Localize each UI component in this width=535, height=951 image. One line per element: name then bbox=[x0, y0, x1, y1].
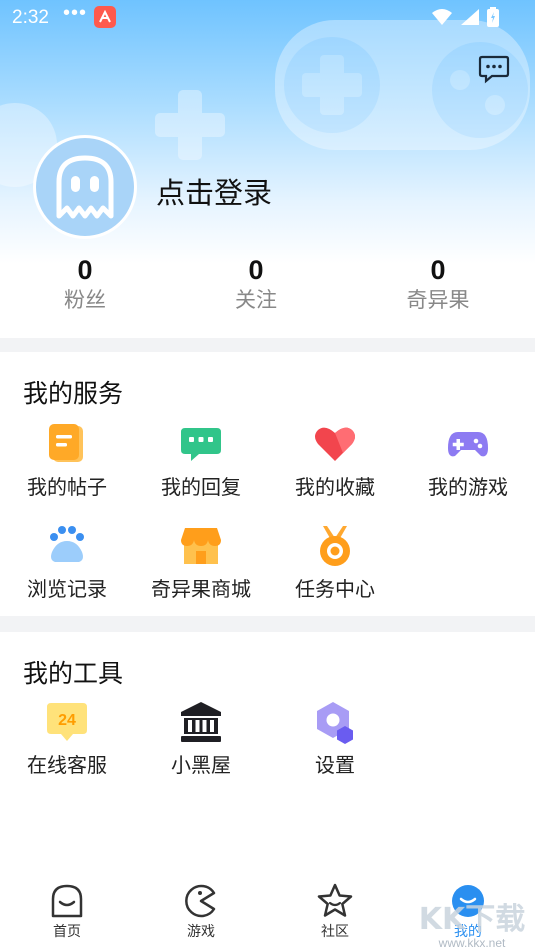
shop-icon bbox=[181, 528, 221, 564]
tool-settings[interactable]: 设置 bbox=[268, 700, 402, 778]
watermark-url: www.kkx.net bbox=[438, 936, 506, 950]
tab-label: 首页 bbox=[53, 923, 81, 939]
service-label: 奇异果商城 bbox=[151, 579, 251, 601]
stat-value: 0 bbox=[248, 255, 264, 285]
service-label: 我的收藏 bbox=[295, 477, 375, 499]
app-notification-icon bbox=[94, 6, 116, 28]
service-my-games[interactable]: 我的游戏 bbox=[401, 422, 535, 500]
service-label: 我的帖子 bbox=[27, 477, 107, 499]
watermark-logo: KK下载 www.kkx.net bbox=[419, 902, 526, 950]
game-icon bbox=[185, 884, 216, 918]
status-time: 2:32 bbox=[12, 7, 49, 28]
services-card: 我的服务 我的帖子 我的回复 我的收藏 我的游戏 浏览记录 奇异果商城 任务中心 bbox=[0, 352, 535, 616]
watermark-text: KK下载 bbox=[419, 902, 526, 937]
tab-label: 游戏 bbox=[187, 923, 215, 939]
tab-community[interactable]: 社区 bbox=[268, 883, 402, 941]
service-my-posts[interactable]: 我的帖子 bbox=[0, 422, 134, 500]
community-icon bbox=[317, 883, 353, 917]
service-my-favorites[interactable]: 我的收藏 bbox=[268, 422, 402, 500]
service-label: 浏览记录 bbox=[27, 579, 107, 601]
status-icons bbox=[431, 7, 499, 27]
service-task-center[interactable]: 任务中心 bbox=[268, 524, 402, 602]
tool-label: 在线客服 bbox=[27, 755, 107, 777]
stat-label: 关注 bbox=[235, 289, 277, 312]
plus-decoration-icon bbox=[155, 90, 225, 160]
stat-value: 0 bbox=[430, 255, 446, 285]
tab-games[interactable]: 游戏 bbox=[134, 883, 268, 941]
gamepad-icon bbox=[448, 432, 488, 457]
support-24-icon: 24 bbox=[47, 703, 87, 741]
stat-label: 奇异果 bbox=[406, 289, 470, 312]
tools-card: 我的工具 24 在线客服 小黑屋 设置 bbox=[0, 632, 535, 871]
service-my-replies[interactable]: 我的回复 bbox=[134, 422, 268, 500]
service-label: 我的回复 bbox=[161, 477, 241, 499]
tool-black-room[interactable]: 小黑屋 bbox=[134, 700, 268, 778]
avatar[interactable] bbox=[33, 135, 137, 239]
tool-online-support[interactable]: 24 在线客服 bbox=[0, 700, 134, 778]
history-icon bbox=[50, 526, 84, 562]
blackroom-icon bbox=[181, 702, 221, 742]
settings-icon bbox=[317, 702, 353, 744]
tools-title: 我的工具 bbox=[23, 660, 124, 688]
posts-icon bbox=[49, 424, 83, 462]
stat-kiwi[interactable]: 0 奇异果 bbox=[368, 254, 508, 316]
stat-value: 0 bbox=[77, 255, 93, 285]
status-bar: 2:32 ••• bbox=[0, 0, 535, 36]
message-icon[interactable] bbox=[478, 53, 510, 85]
services-title: 我的服务 bbox=[23, 380, 124, 408]
service-history[interactable]: 浏览记录 bbox=[0, 524, 134, 602]
medal-icon bbox=[320, 526, 350, 566]
service-shop[interactable]: 奇异果商城 bbox=[134, 524, 268, 602]
tab-label: 社区 bbox=[321, 923, 349, 939]
service-label: 任务中心 bbox=[295, 579, 375, 601]
stat-label: 粉丝 bbox=[64, 289, 106, 312]
tool-label: 设置 bbox=[315, 755, 355, 777]
support-badge-text: 24 bbox=[58, 712, 76, 729]
wifi-icon bbox=[432, 9, 452, 25]
status-dots: ••• bbox=[63, 2, 88, 24]
reply-icon bbox=[181, 428, 221, 461]
stats-row: 0 粉丝 0 关注 0 奇异果 bbox=[0, 254, 535, 324]
tab-home[interactable]: 首页 bbox=[0, 883, 134, 941]
home-icon bbox=[51, 884, 83, 918]
stat-following[interactable]: 0 关注 bbox=[186, 254, 326, 316]
stat-fans[interactable]: 0 粉丝 bbox=[15, 254, 155, 316]
ghost-avatar-icon bbox=[56, 155, 114, 219]
favorite-icon bbox=[315, 427, 355, 461]
tool-label: 小黑屋 bbox=[171, 755, 231, 777]
battery-icon bbox=[487, 7, 499, 27]
signal-icon bbox=[461, 9, 479, 25]
service-label: 我的游戏 bbox=[428, 477, 508, 499]
login-link[interactable]: 点击登录 bbox=[156, 170, 272, 212]
